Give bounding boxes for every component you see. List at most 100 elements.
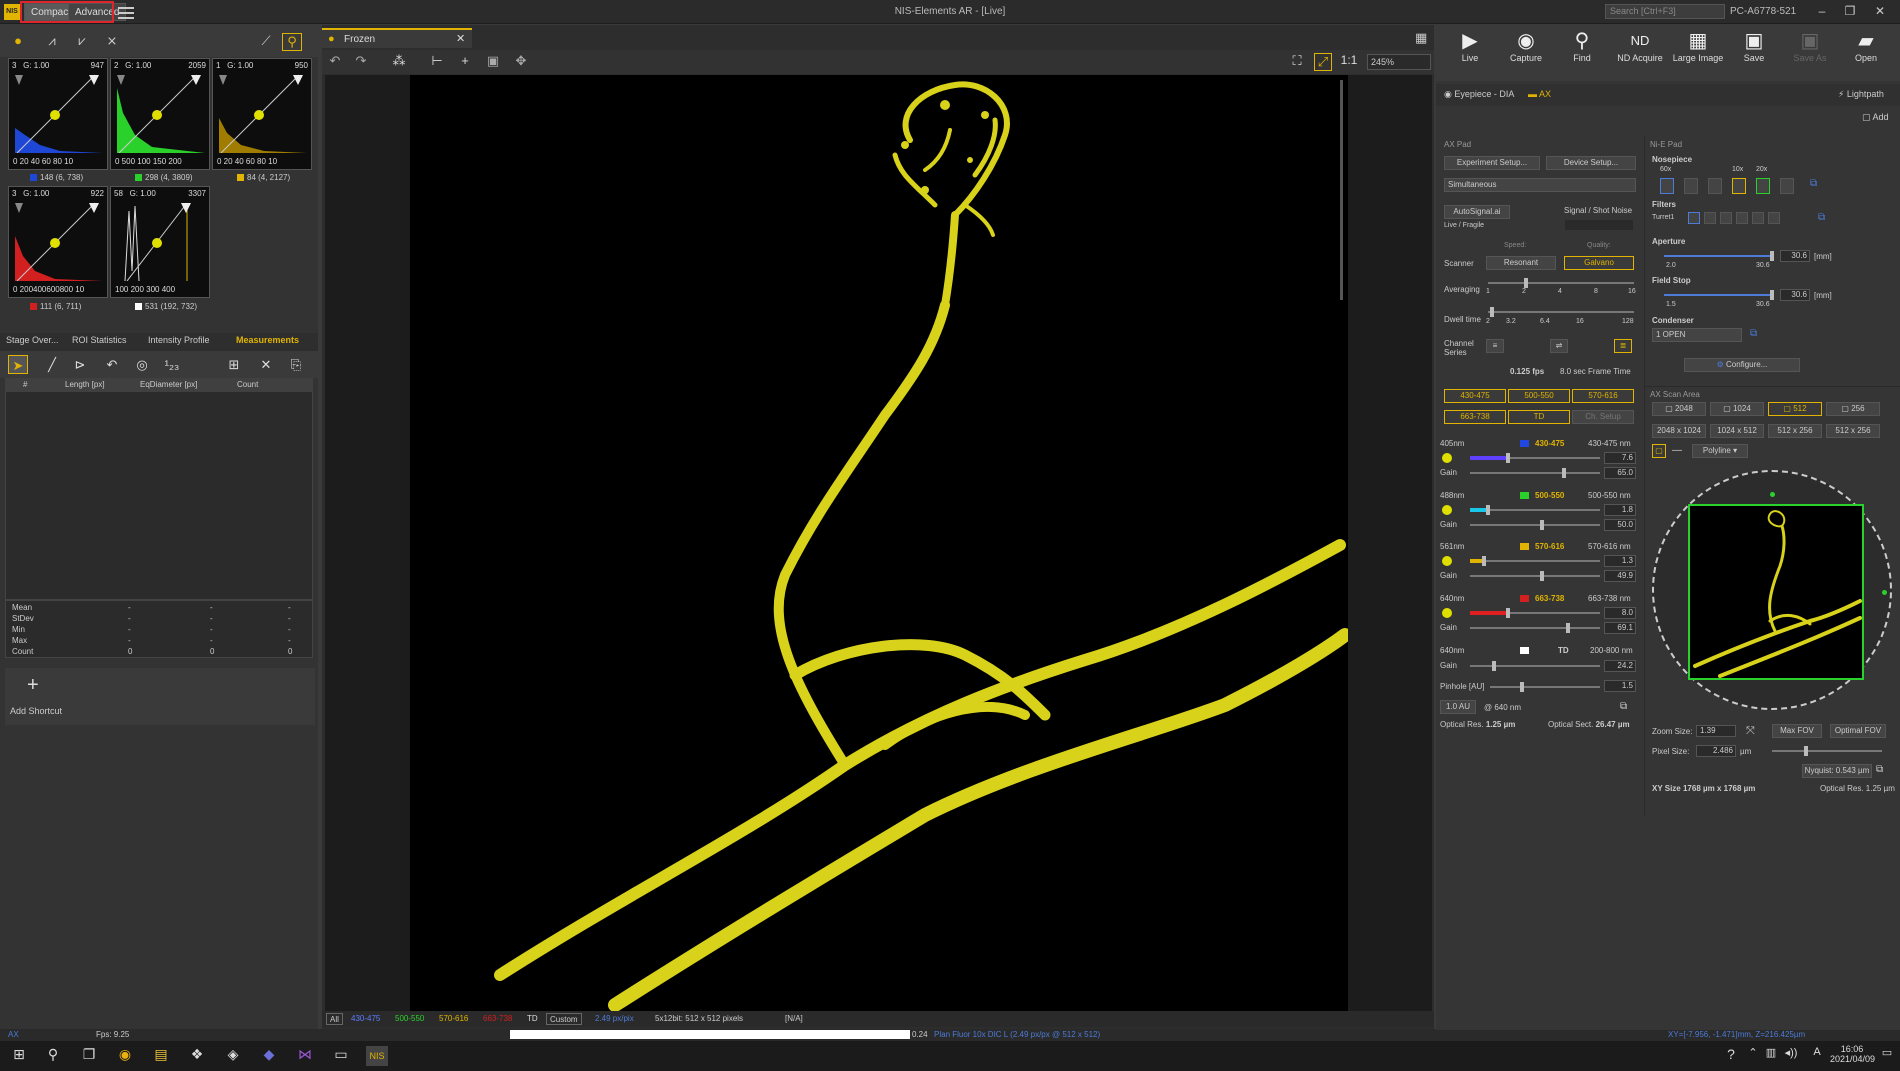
scan-size-2048[interactable]: ▢ 2048 xyxy=(1652,402,1706,416)
teams-icon[interactable]: ◆ xyxy=(258,1046,280,1066)
polyline-tool-icon[interactable]: ⊳ xyxy=(70,355,90,374)
app-icon-3[interactable]: ▭ xyxy=(330,1046,352,1066)
pixel-size-slider[interactable] xyxy=(1772,746,1882,756)
find-button[interactable]: ⚲ Find xyxy=(1554,29,1610,63)
save-as-button[interactable]: ▣ Save As xyxy=(1782,29,1838,63)
histogram-ch4[interactable]: 3 G: 1.00 922 0 200400600800 10 xyxy=(8,186,108,298)
export-icon[interactable]: ⊞ xyxy=(224,355,244,374)
curve-tool-icon[interactable]: ↶ xyxy=(102,355,122,374)
condenser-settings-icon[interactable]: ⧉ xyxy=(1750,328,1757,339)
fit-icon[interactable]: ⤢ xyxy=(1314,53,1332,71)
gain-slider[interactable] xyxy=(1470,661,1600,671)
measurement-table[interactable] xyxy=(5,378,313,600)
lut-auto-icon[interactable]: ⩘ xyxy=(42,33,62,51)
laser-power-slider[interactable] xyxy=(1470,505,1600,515)
scan-size-1024[interactable]: ▢ 1024 xyxy=(1710,402,1764,416)
filter-slot-5[interactable] xyxy=(1752,212,1764,224)
nyquist-button[interactable]: Nyquist: 0.543 µm xyxy=(1802,764,1872,778)
pinhole-slider[interactable] xyxy=(1490,682,1600,692)
gain-field[interactable]: 69.1 xyxy=(1604,622,1636,634)
close-tab-icon[interactable]: ✕ xyxy=(456,32,465,45)
live-button[interactable]: ▶ Live xyxy=(1442,29,1498,63)
condenser-select[interactable]: 1 OPEN xyxy=(1652,328,1742,342)
averaging-slider[interactable] xyxy=(1488,278,1634,288)
nosepiece-settings-icon[interactable]: ⧉ xyxy=(1810,178,1817,189)
zoom-reset-icon[interactable]: ⤧ xyxy=(1746,725,1755,738)
configure-button[interactable]: ⚙ Configure... xyxy=(1684,358,1800,372)
filter-slot-2[interactable] xyxy=(1704,212,1716,224)
channel-series-list-icon[interactable]: ≡ xyxy=(1486,339,1504,353)
save-button[interactable]: ▣ Save xyxy=(1726,29,1782,63)
col-count[interactable]: Count xyxy=(237,380,258,389)
experiment-setup-button[interactable]: Experiment Setup... xyxy=(1444,156,1540,170)
circle-tool-icon[interactable]: ◎ xyxy=(132,355,152,374)
filter-slot-3[interactable] xyxy=(1720,212,1732,224)
fullscreen-icon[interactable]: ⛶ xyxy=(1288,53,1306,71)
scan-size-256[interactable]: ▢ 256 xyxy=(1826,402,1880,416)
move-icon[interactable]: ✥ xyxy=(512,53,530,71)
aperture-slider[interactable] xyxy=(1664,251,1774,261)
large-image-button[interactable]: ▦ Large Image xyxy=(1670,29,1726,63)
channel-button-500-550[interactable]: 500-550 xyxy=(1508,389,1570,403)
lut-channel-icon[interactable]: ● xyxy=(8,33,28,51)
laser-toggle-icon[interactable] xyxy=(1442,453,1452,463)
tab-intensity-profile[interactable]: Intensity Profile xyxy=(148,335,210,345)
col-length[interactable]: Length [px] xyxy=(65,380,105,389)
channel-430-475-button[interactable]: 430-475 xyxy=(348,1013,383,1025)
scan-rect-1024x512[interactable]: 1024 x 512 xyxy=(1710,424,1764,438)
lut-zoom-icon[interactable]: ⚲ xyxy=(282,33,302,51)
col-index[interactable]: # xyxy=(23,380,27,389)
add-tab-button[interactable]: ▢ Add xyxy=(1862,112,1889,123)
scan-rect-512x256[interactable]: 512 x 256 xyxy=(1768,424,1822,438)
galvano-button[interactable]: Galvano xyxy=(1564,256,1634,270)
histogram-ch5[interactable]: 58 G: 1.00 3307 100 200 300 400 xyxy=(110,186,210,298)
channel-button-570-616[interactable]: 570-616 xyxy=(1572,389,1634,403)
channel-663-738-button[interactable]: 663-738 xyxy=(480,1013,515,1025)
app-icon-2[interactable]: ◈ xyxy=(222,1046,244,1066)
laser-toggle-icon[interactable] xyxy=(1442,505,1452,515)
undo-icon[interactable]: ↶ xyxy=(326,53,344,71)
channel-series-toggle-icon[interactable]: ⇌ xyxy=(1550,339,1568,353)
close-icon[interactable]: ✕ xyxy=(1870,4,1890,20)
tab-eyepiece[interactable]: ◉ Eyepiece - DIA xyxy=(1444,89,1514,100)
pointer-icon[interactable]: ➤ xyxy=(8,355,28,374)
add-shortcut-button[interactable]: + Add Shortcut xyxy=(5,668,315,725)
pinhole-field[interactable]: 1.5 xyxy=(1604,680,1636,692)
restore-icon[interactable]: ❐ xyxy=(1840,4,1860,20)
laser-toggle-icon[interactable] xyxy=(1442,556,1452,566)
laser-power-field[interactable]: 7.6 xyxy=(1604,452,1636,464)
gain-slider[interactable] xyxy=(1470,520,1600,530)
windows-start-icon[interactable]: ⊞ xyxy=(8,1046,30,1066)
image-viewer[interactable] xyxy=(325,75,1432,1011)
stage-icon[interactable]: ▣ xyxy=(484,53,502,71)
objective-slot-20x[interactable] xyxy=(1756,178,1770,194)
gain-field[interactable]: 24.2 xyxy=(1604,660,1636,672)
search-icon[interactable]: ⚲ xyxy=(42,1046,64,1066)
channel-setup-button[interactable]: Ch. Setup xyxy=(1572,410,1634,424)
gain-slider[interactable] xyxy=(1470,623,1600,633)
autosignal-button[interactable]: AutoSignal.ai xyxy=(1444,205,1510,219)
histogram-ch3[interactable]: 1 G: 1.00 950 0 20 40 60 80 10 xyxy=(212,58,312,170)
channel-button-430-475[interactable]: 430-475 xyxy=(1444,389,1506,403)
zoom-size-field[interactable]: 1.39 xyxy=(1696,725,1736,737)
document-tab[interactable]: ● Frozen ✕ xyxy=(322,28,472,48)
roi-rect-icon[interactable]: ▢ xyxy=(1652,444,1666,458)
laser-power-field[interactable]: 1.8 xyxy=(1604,504,1636,516)
open-button[interactable]: ▰ Open xyxy=(1838,29,1894,63)
max-fov-button[interactable]: Max FOV xyxy=(1772,724,1822,738)
scan-area-preview[interactable] xyxy=(1652,470,1892,710)
delete-icon[interactable]: ✕ xyxy=(256,355,276,374)
laser-toggle-icon[interactable] xyxy=(1442,608,1452,618)
zoom-select[interactable]: 245% xyxy=(1367,54,1431,70)
resonant-button[interactable]: Resonant xyxy=(1486,256,1556,270)
viewer-scrollbar[interactable] xyxy=(1340,80,1343,300)
objective-slot-6[interactable] xyxy=(1780,178,1794,194)
scan-field-frame[interactable] xyxy=(1688,504,1864,680)
scan-rect-512x256-b[interactable]: 512 x 256 xyxy=(1826,424,1880,438)
minimize-icon[interactable]: – xyxy=(1812,4,1832,20)
lightpath-button[interactable]: ⚡ Lightpath xyxy=(1838,89,1884,100)
tab-ax[interactable]: ▬ AX xyxy=(1528,89,1551,99)
nis-elements-taskbar-icon[interactable]: NIS xyxy=(366,1046,388,1066)
help-icon[interactable]: ? xyxy=(1720,1046,1742,1066)
tab-measurements[interactable]: Measurements xyxy=(236,335,299,345)
